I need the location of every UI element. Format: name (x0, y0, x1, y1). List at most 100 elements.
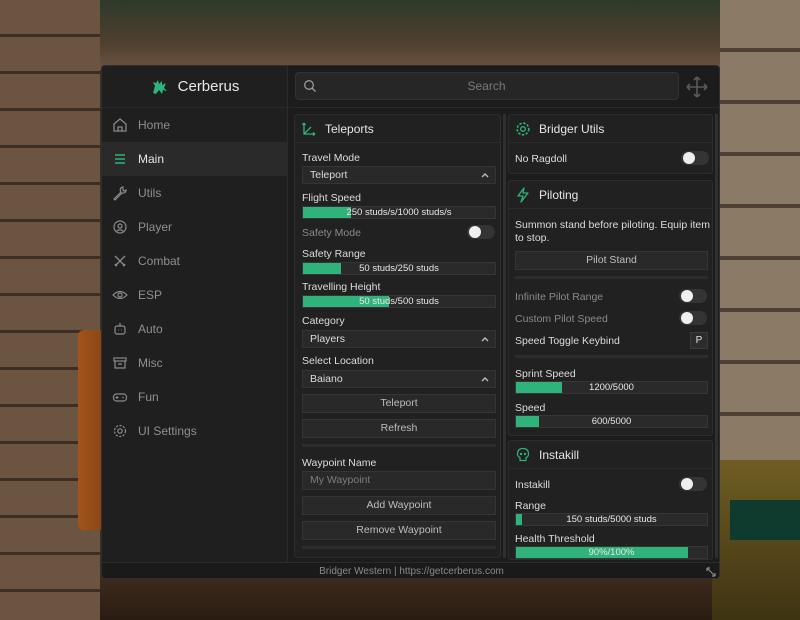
slider-value: 1200/5000 (589, 382, 634, 393)
bot-icon (114, 323, 126, 335)
category-dropdown[interactable]: Players (302, 330, 496, 348)
piloting-header: Piloting (509, 181, 712, 209)
category-label: Category (302, 315, 345, 327)
safety-mode-label: Safety Mode (302, 227, 361, 239)
sidebar-item-label: Auto (138, 322, 163, 336)
instakill-title: Instakill (539, 447, 580, 462)
sidebar-item-auto[interactable]: Auto (102, 312, 287, 346)
swords-icon (114, 255, 126, 267)
flight-speed-label: Flight Speed (302, 192, 361, 204)
home-icon (113, 118, 127, 132)
instakill-label: Instakill (515, 479, 551, 491)
slider-value: 600/5000 (591, 416, 632, 427)
search-icon (304, 80, 316, 92)
select-location-label: Select Location (302, 355, 374, 367)
slider-value: 50 studs/250 studs (359, 263, 439, 274)
right-column-scrollbar[interactable] (715, 114, 718, 558)
travel-mode-value: Teleport (310, 169, 348, 181)
custom-pilot-speed-label: Custom Pilot Speed (515, 313, 608, 325)
gear-icon (113, 424, 127, 438)
travelling-height-slider[interactable]: 50 studs/500 studs (302, 295, 496, 308)
infinite-pilot-range-toggle[interactable] (679, 289, 707, 303)
piloting-panel: Piloting Summon stand before piloting. E… (508, 180, 713, 436)
sidebar-item-label: ESP (138, 288, 163, 302)
section-divider (515, 355, 708, 358)
slider-value: 50 studs/500 studs (359, 296, 439, 307)
wrench-icon (113, 186, 127, 201)
sprint-speed-label: Sprint Speed (515, 368, 576, 380)
speed-toggle-keybind-label: Speed Toggle Keybind (515, 335, 620, 347)
instakill-header: Instakill (509, 441, 712, 469)
travel-mode-dropdown[interactable]: Teleport (302, 166, 496, 184)
select-location-dropdown[interactable]: Baiano (302, 370, 496, 388)
instakill-panel: Instakill Instakill Range 150 studs/5000… (508, 440, 713, 560)
custom-pilot-speed-toggle[interactable] (679, 311, 707, 325)
sidebar-item-label: Player (138, 220, 173, 234)
range-label: Range (515, 500, 546, 512)
sidebar-item-home[interactable]: Home (102, 108, 287, 142)
slider-value: 90%/100% (588, 547, 635, 558)
sidebar-item-esp[interactable]: ESP (102, 278, 287, 312)
topbar (289, 66, 719, 108)
sidebar-item-player[interactable]: Player (102, 210, 287, 244)
section-divider (302, 546, 496, 549)
cerberus-window: Cerberus Home Main Utils Player Combat E… (101, 65, 720, 579)
teleports-header: Teleports (295, 115, 500, 143)
refresh-button[interactable]: Refresh (302, 419, 496, 438)
keybind-button[interactable]: P (690, 332, 708, 349)
no-ragdoll-toggle[interactable] (681, 151, 709, 165)
archive-icon (113, 357, 127, 369)
infinite-pilot-range-label: Infinite Pilot Range (515, 291, 604, 303)
safety-mode-toggle[interactable] (467, 225, 495, 239)
menu-icon (115, 154, 125, 164)
waypoint-name-input[interactable] (310, 474, 495, 486)
teleport-button[interactable]: Teleport (302, 394, 496, 413)
range-slider[interactable]: 150 studs/5000 studs (515, 513, 708, 526)
flight-speed-slider[interactable]: 250 studs/s/1000 studs/s (302, 206, 496, 219)
sidebar-item-combat[interactable]: Combat (102, 244, 287, 278)
safety-range-slider[interactable]: 50 studs/250 studs (302, 262, 496, 275)
waypoint-name-field[interactable] (302, 471, 496, 490)
add-waypoint-button[interactable]: Add Waypoint (302, 496, 496, 515)
footer-text: Bridger Western | https://getcerberus.co… (319, 566, 504, 577)
sidebar-item-utils[interactable]: Utils (102, 176, 287, 210)
pilot-stand-button[interactable]: Pilot Stand (515, 251, 708, 270)
safety-range-label: Safety Range (302, 248, 366, 260)
sidebar-item-label: Combat (138, 254, 181, 268)
left-column-scrollbar[interactable] (503, 114, 506, 558)
lightning-icon (517, 186, 529, 203)
search-input[interactable] (317, 73, 678, 99)
speed-label: Speed (515, 402, 546, 414)
green-crate (730, 500, 800, 540)
wooden-crate (712, 460, 800, 620)
sidebar-item-label: Misc (138, 356, 163, 370)
chevron-up-icon (481, 377, 489, 382)
health-threshold-label: Health Threshold (515, 533, 595, 545)
resize-icon[interactable] (705, 566, 717, 578)
sidebar-item-fun[interactable]: Fun (102, 380, 287, 414)
speed-slider[interactable]: 600/5000 (515, 415, 708, 428)
eye-icon (112, 290, 128, 300)
remove-waypoint-button[interactable]: Remove Waypoint (302, 521, 496, 540)
waypoint-name-label: Waypoint Name (302, 457, 377, 469)
sidebar-item-misc[interactable]: Misc (102, 346, 287, 380)
bridger-utils-panel: Bridger Utils No Ragdoll (508, 114, 713, 174)
teleports-title: Teleports (325, 121, 374, 136)
travel-mode-label: Travel Mode (302, 152, 360, 164)
instakill-toggle[interactable] (679, 477, 707, 491)
bridger-utils-title: Bridger Utils (539, 121, 605, 136)
sprint-speed-slider[interactable]: 1200/5000 (515, 381, 708, 394)
move-icon[interactable] (685, 75, 709, 99)
sidebar-item-main[interactable]: Main (102, 142, 287, 176)
section-divider (515, 276, 708, 279)
sidebar-item-label: Home (138, 118, 171, 132)
sidebar-item-ui-settings[interactable]: UI Settings (102, 414, 287, 448)
axis-arrows-icon (301, 122, 316, 136)
sidebar-item-label: Main (138, 152, 165, 166)
chevron-up-icon (481, 173, 489, 178)
health-threshold-slider[interactable]: 90%/100% (515, 546, 708, 559)
piloting-title: Piloting (539, 187, 579, 202)
cerberus-logo-icon (152, 79, 167, 94)
sidebar-nav: Home Main Utils Player Combat ESP Auto M… (102, 108, 287, 448)
sidebar-item-label: Utils (138, 186, 162, 200)
